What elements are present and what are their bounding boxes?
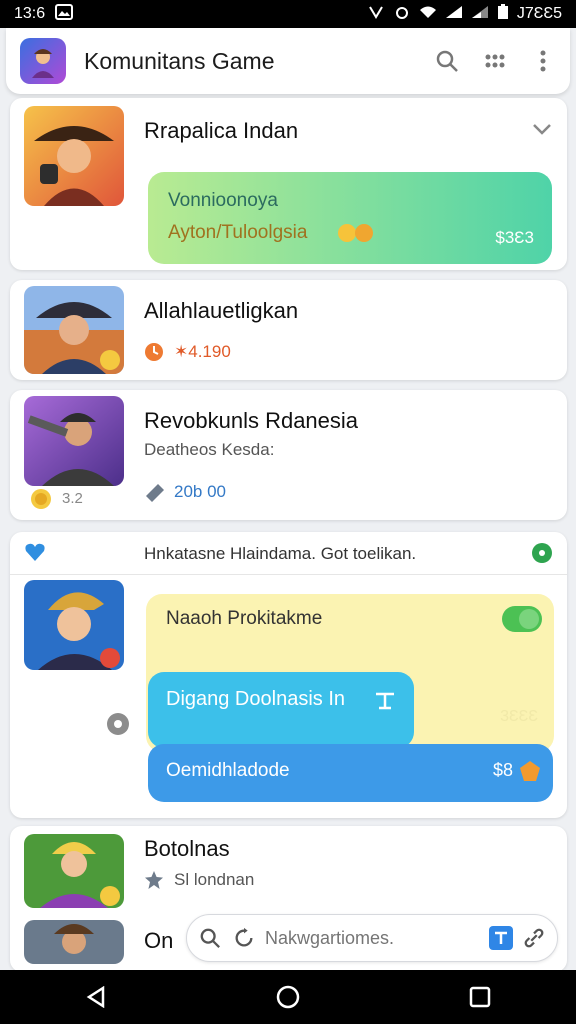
bubble-amount: $3Ɛ3 (495, 228, 534, 247)
status-time: 13:6 (14, 5, 46, 22)
back-button[interactable] (80, 981, 112, 1013)
signal-2-icon (471, 5, 489, 24)
card-title: Rrapalica Indan (144, 118, 299, 143)
search-icon (436, 50, 458, 72)
badge-count: 3.2 (62, 490, 83, 507)
list-item[interactable]: Hnkatasne Hlaindama. Got toelikan. Naaoh… (10, 532, 567, 818)
translate-badge-icon[interactable] (489, 926, 513, 950)
alarm-icon (393, 5, 411, 24)
more-vertical-icon (540, 50, 546, 72)
game-avatar (24, 396, 124, 486)
chat-toggle-icon[interactable] (502, 606, 542, 632)
message-bubble[interactable]: Vonnioonoya Ayton/Tuloolgsia $3Ɛ3 (148, 172, 552, 264)
search-button[interactable] (434, 48, 460, 74)
nfc-icon (367, 5, 385, 24)
wifi-icon (419, 5, 437, 24)
search-input[interactable] (265, 927, 455, 949)
list-item[interactable]: Revobkunls Rdanesia Deatheos Kesda: 3.2 … (10, 390, 567, 520)
back-triangle-icon (86, 986, 105, 1008)
bubble-mid-text: Digang Doolnasis In (166, 688, 345, 710)
recents-square-icon (469, 986, 491, 1008)
message-bubble-blue[interactable]: Oemidhladode $8 (148, 744, 553, 802)
emoji-icon (336, 222, 376, 244)
game-avatar (24, 580, 124, 670)
settings-icon[interactable] (106, 712, 130, 736)
bubble-line1: Vonnioonoya (168, 190, 278, 211)
refresh-icon[interactable] (233, 927, 255, 949)
card-subtitle: Sl londnan (174, 870, 255, 889)
game-avatar (24, 106, 124, 206)
app-bar: Komunitans Game (6, 28, 570, 94)
battery-icon (497, 3, 509, 25)
gallery-icon (55, 3, 74, 25)
recents-button[interactable] (464, 981, 496, 1013)
list-item[interactable]: Rrapalica Indan Vonnioonoya Ayton/Tulool… (10, 98, 567, 270)
bubble-bottom-text: Oemidhladode (166, 760, 290, 781)
bubble-top-text: Naaoh Prokitakme (166, 608, 323, 629)
card-header-text: Hnkatasne Hlaindama. Got toelikan. (144, 544, 417, 563)
divider (10, 574, 567, 575)
translate-icon (376, 692, 394, 710)
card-title: Revobkunls Rdanesia (144, 408, 359, 433)
card-title: Botolnas (144, 836, 230, 861)
grid-menu-button[interactable] (482, 48, 508, 74)
coin-icon (31, 489, 51, 509)
system-nav-bar (0, 970, 576, 1024)
game-avatar (24, 834, 124, 908)
card-meta: 20b 00 (174, 482, 226, 501)
bubble-line2: Ayton/Tuloolgsia (168, 222, 308, 243)
online-dot-icon (532, 543, 552, 563)
app-logo (20, 38, 66, 84)
message-bubble-cyan[interactable]: Digang Doolnasis In (148, 672, 414, 748)
home-circle-icon (276, 985, 300, 1009)
chevron-down-icon[interactable] (531, 118, 553, 140)
card-subtitle: Deatheos Kesda: (144, 440, 275, 459)
status-bar: 13:6 J7ƐƐ5 (0, 0, 576, 28)
star-icon (145, 871, 163, 889)
heart-icon[interactable] (24, 542, 46, 562)
link-icon[interactable] (523, 927, 545, 949)
signal-icon (445, 5, 463, 24)
status-right-text: J7ƐƐ5 (516, 5, 562, 22)
bubble-mid-amount: 3ƐƐƐ (500, 708, 538, 725)
bubble-bottom-amount: $8 (492, 760, 513, 780)
page-title: Komunitans Game (84, 47, 275, 74)
home-button[interactable] (272, 981, 304, 1013)
card-title: Allahlauetligkan (144, 298, 299, 323)
game-avatar (24, 286, 124, 374)
chat-icon (146, 484, 164, 502)
grid-dots-icon (485, 54, 505, 68)
game-avatar (24, 920, 124, 964)
search-icon (200, 928, 220, 948)
search-bar[interactable] (186, 914, 558, 962)
gem-icon (520, 761, 540, 781)
overflow-menu-button[interactable] (530, 48, 556, 74)
list-item[interactable]: Allahlauetligkan ✶4.190 (10, 280, 567, 380)
clock-icon (145, 343, 163, 361)
card-title: On (144, 928, 174, 953)
card-meta: ✶4.190 (174, 342, 231, 361)
